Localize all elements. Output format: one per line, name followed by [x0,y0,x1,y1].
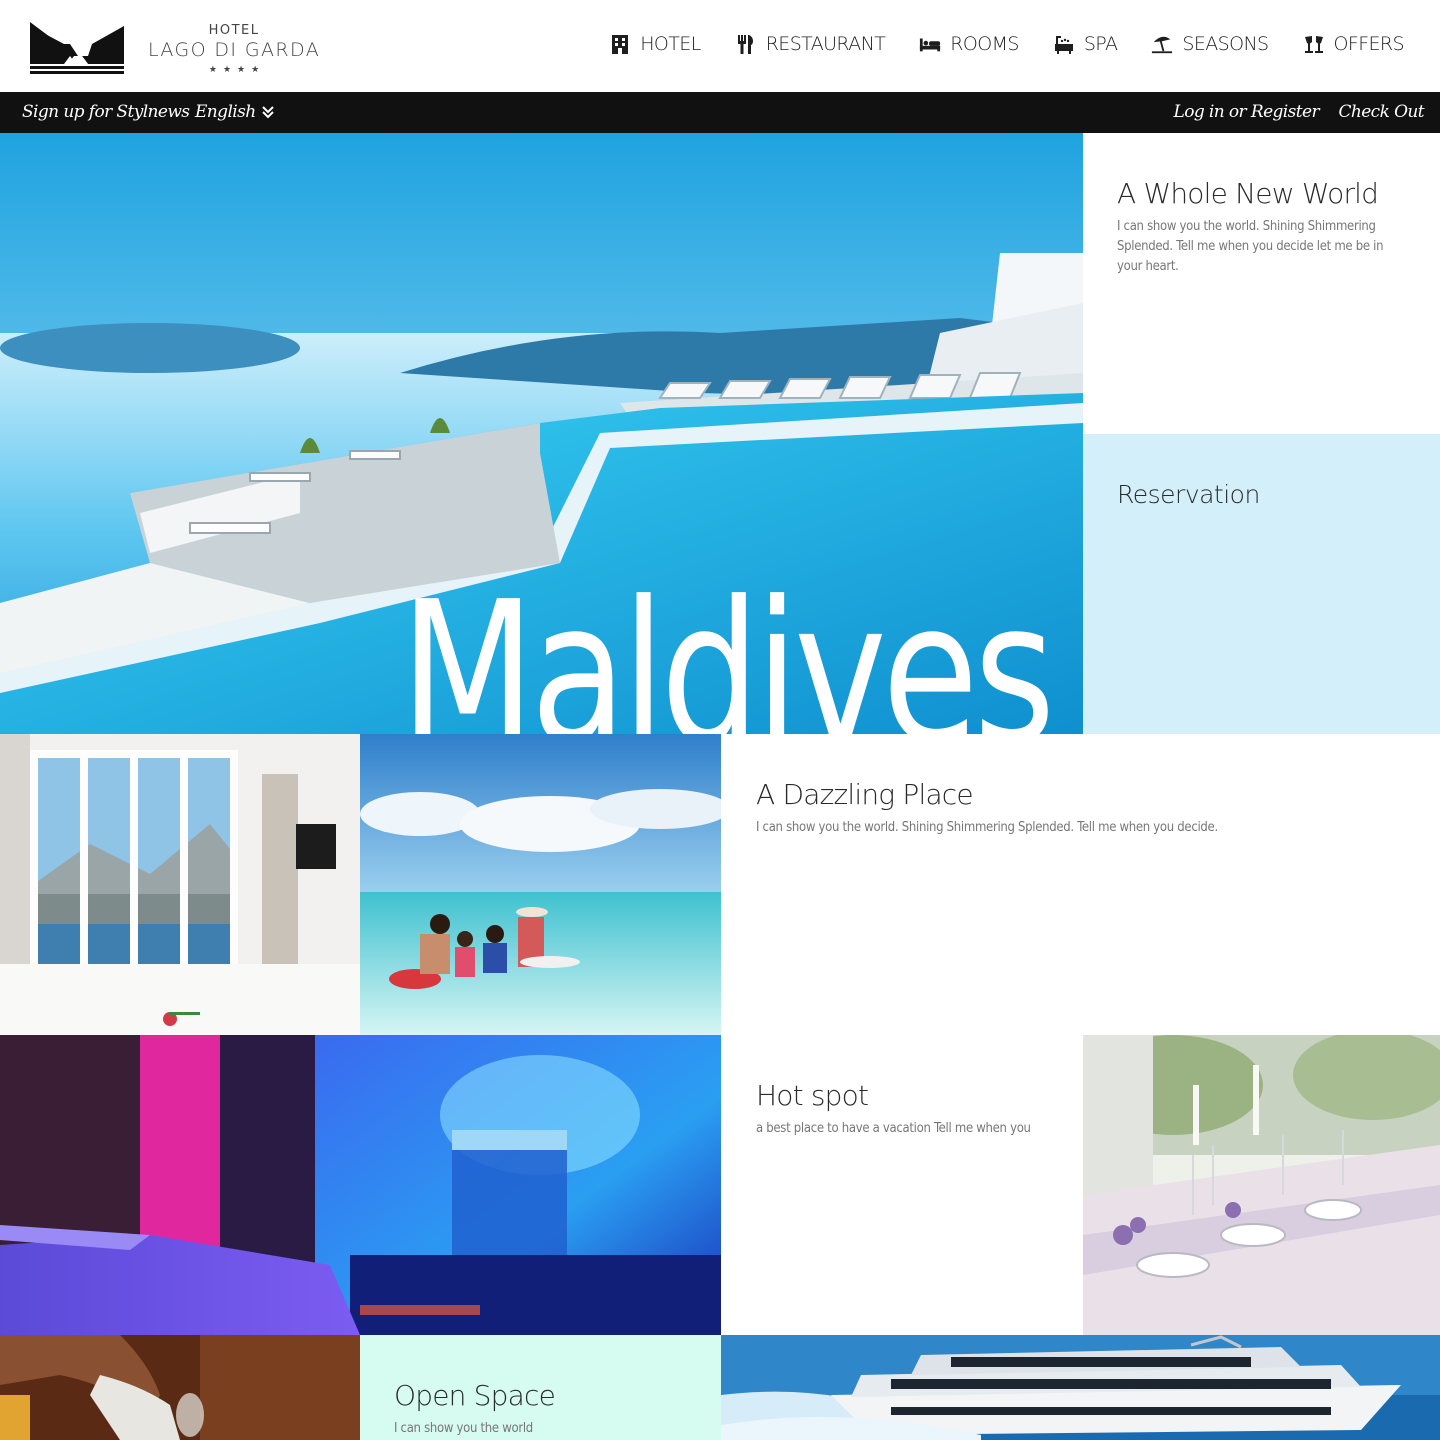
oil-pour-image[interactable] [0,1335,360,1440]
hotel-logo[interactable]: HOTEL LAGO DI GARDA ★★★★ [30,22,320,76]
main-nav: HOTEL RESTAURANT ROOMS SPA SEASONS OFFER… [575,30,1405,58]
feature-whole-new-world: A Whole New World I can show you the wor… [1083,133,1440,434]
feature-hot-spot: Hot spot a best place to have a vacation… [721,1035,1083,1335]
feature-title: Hot spot [756,1079,869,1112]
bath-icon [1054,36,1073,54]
site-header: HOTEL LAGO DI GARDA ★★★★ HOTEL RESTAURAN… [0,0,1440,92]
newsletter-signup-link[interactable]: Sign up for Stylnews [22,102,190,122]
nav-label-spa: SPA [1083,33,1118,55]
hotel-icon [612,35,629,54]
feature-dazzling-place: A Dazzling Place I can show you the worl… [721,734,1440,1035]
yacht-photo [721,1335,1440,1440]
nav-label-rooms: ROOMS [950,33,1019,55]
chevron-down-icon [261,106,274,119]
logo-text: HOTEL LAGO DI GARDA ★★★★ [148,23,320,76]
hero-pool-image[interactable]: Maldives [0,133,1083,734]
nav-item-restaurant[interactable]: RESTAURANT [735,30,886,58]
room-view-image[interactable] [0,734,360,1035]
feature-title: Open Space [394,1379,556,1412]
nav-item-seasons[interactable]: SEASONS [1151,30,1269,58]
nav-item-rooms[interactable]: ROOMS [919,30,1019,58]
feature-description: a best place to have a vacation Tell me … [756,1121,1031,1136]
logo-hotel-name: LAGO DI GARDA [148,38,321,61]
nav-item-hotel[interactable]: HOTEL [609,30,701,58]
feature-description: I can show you the world. Shining Shimme… [1117,219,1384,274]
nav-item-spa[interactable]: SPA [1053,30,1118,58]
feature-open-space: Open Space I can show you the world [360,1335,721,1440]
dining-table-photo [1083,1035,1440,1335]
room-view-photo [0,734,360,1035]
utility-bar: Sign up for Stylnews English Log in or R… [0,92,1440,133]
yacht-image[interactable] [721,1335,1440,1440]
hero-destination-title: Maldives [400,560,1055,734]
language-label: English [195,102,256,122]
reservation-title: Reservation [1117,480,1260,509]
logo-hotel-label: HOTEL [208,22,260,38]
feature-description: I can show you the world [394,1421,533,1436]
oil-pour-photo [0,1335,360,1440]
reservation-tile[interactable]: Reservation [1083,434,1440,734]
checkout-link[interactable]: Check Out [1338,102,1424,122]
nav-label-seasons: SEASONS [1182,33,1269,55]
spa-room-photo [0,1035,721,1335]
language-selector[interactable]: English [195,102,275,122]
umbrella-icon [1152,36,1173,54]
logo-mark-icon [30,22,124,74]
dining-table-image[interactable] [1083,1035,1440,1335]
spa-room-image[interactable] [0,1035,721,1335]
beach-family-photo [360,734,721,1035]
cutlery-icon [737,35,753,54]
cheers-icon [1304,36,1323,53]
nav-item-offers[interactable]: OFFERS [1303,30,1405,58]
logo-stars: ★★★★ [208,64,266,75]
feature-description: I can show you the world. Shining Shimme… [756,820,1218,835]
feature-title: A Whole New World [1117,177,1379,210]
bed-icon [920,38,941,52]
nav-label-offers: OFFERS [1333,33,1405,55]
feature-title: A Dazzling Place [756,778,974,811]
beach-family-image[interactable] [360,734,721,1035]
login-register-link[interactable]: Log in or Register [1174,102,1320,122]
nav-label-restaurant: RESTAURANT [765,33,886,55]
nav-label-hotel: HOTEL [640,33,701,55]
